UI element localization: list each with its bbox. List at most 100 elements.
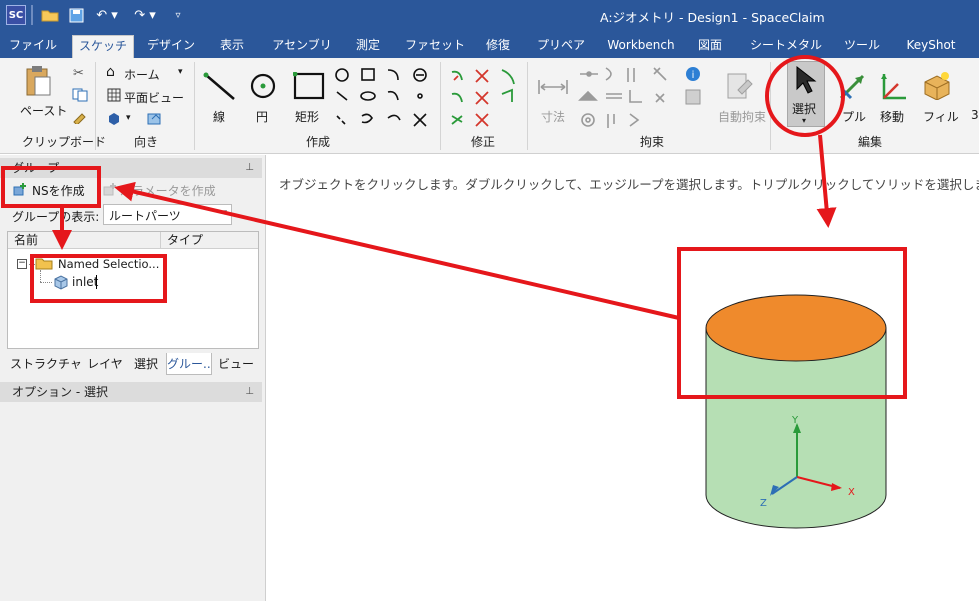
constraint-tools-grid-icon[interactable]: i [578, 64, 708, 133]
window-title: A:ジオメトリ - Design1 - SpaceClaim [600, 10, 825, 25]
design-workspace[interactable]: オブジェクトをクリックします。ダブルクリックして、エッジループを選択します。トリ… [267, 155, 979, 601]
dimension-tool-icon[interactable] [537, 78, 569, 99]
tab-views[interactable]: ビュー [216, 353, 256, 375]
move-tool-label[interactable]: 移動 [880, 108, 904, 125]
tab-tools[interactable]: ツール [838, 35, 886, 58]
title-bar: SC ↶ ▾ ↷ ▾ ▿ A:ジオメトリ - Design1 - SpaceCl… [0, 0, 979, 30]
create-ns-icon[interactable] [12, 181, 28, 200]
named-selection-folder-label[interactable]: Named Selectio... [58, 257, 159, 271]
text-cursor [96, 275, 97, 289]
group-separator [95, 62, 96, 150]
sketch-shapes-grid-icon[interactable] [332, 66, 436, 135]
tab-design[interactable]: デザイン [143, 35, 199, 58]
open-folder-icon[interactable] [40, 5, 60, 25]
options-panel-title: オプション - 選択 [12, 385, 108, 399]
tab-measure[interactable]: 測定 [348, 35, 388, 58]
fill-tool-label[interactable]: フィル [923, 108, 959, 125]
tab-drawing[interactable]: 図面 [690, 35, 730, 58]
tab-structure[interactable]: ストラクチャ... [10, 353, 82, 375]
rectangle-tool-label[interactable]: 矩形 [295, 108, 319, 125]
view-cube-icon[interactable] [107, 112, 121, 129]
app-logo-icon[interactable]: SC [6, 5, 26, 25]
orient-group-label: 向き [134, 135, 159, 149]
edit-group-label: 編集 [858, 135, 883, 149]
select-tool-label[interactable]: 選択 [792, 100, 816, 117]
copy-icon[interactable] [72, 88, 88, 105]
tab-display[interactable]: 表示 [212, 35, 252, 58]
home-icon[interactable]: ⌂ [106, 64, 115, 80]
modify-tools-grid-icon[interactable] [448, 66, 524, 135]
tab-keyshot[interactable]: KeyShot [900, 35, 962, 58]
create-group-label: 作成 [306, 135, 331, 149]
paste-icon[interactable] [24, 65, 52, 100]
folder-icon [35, 257, 53, 273]
auto-constrain-label[interactable]: 自動拘束 [718, 108, 766, 125]
app-window: SC ↶ ▾ ↷ ▾ ▿ A:ジオメトリ - Design1 - SpaceCl… [0, 0, 979, 601]
fill-tool-icon[interactable] [921, 70, 953, 103]
tab-assembly[interactable]: アセンブリ [270, 35, 334, 58]
ribbon-tabs: ファイル スケッチ デザイン 表示 アセンブリ 測定 ファセット 修復 プリペア… [0, 30, 979, 58]
clipboard-group-label: クリップボード [22, 135, 107, 149]
create-parameter-icon[interactable] [102, 181, 118, 200]
tree-expander[interactable]: − [17, 259, 27, 269]
tab-sheet-metal[interactable]: シートメタル [746, 35, 826, 58]
create-parameter-button[interactable]: パラメータを作成 [120, 182, 216, 199]
plan-view-icon[interactable] [107, 88, 121, 105]
tab-repair[interactable]: 修復 [478, 35, 518, 58]
inlet-selection-label[interactable]: inlet [72, 275, 98, 289]
chevron-down-icon[interactable]: ▾ [222, 208, 227, 218]
tree-connector [40, 270, 41, 282]
expander-glyph: − [18, 258, 26, 268]
select-dropdown-icon[interactable]: ▾ [802, 116, 806, 125]
group-display-label: グループの表示: [12, 210, 100, 224]
tab-facet[interactable]: ファセット [405, 35, 465, 58]
pull-tool-label[interactable]: プル [842, 108, 866, 125]
groups-panel-title: グループ [12, 161, 60, 175]
tab-layers[interactable]: レイヤ [86, 353, 124, 375]
options-panel-header: オプション - 選択 ⊥ [0, 382, 262, 402]
home-view-button[interactable]: ホーム [124, 66, 160, 83]
tab-workbench[interactable]: Workbench [604, 35, 678, 58]
tab-selection[interactable]: 選択 [128, 353, 164, 375]
modify-group-label: 修正 [471, 135, 496, 149]
tab-sketch[interactable]: スケッチ [72, 35, 134, 58]
save-icon[interactable] [66, 5, 86, 25]
format-painter-icon[interactable] [72, 110, 88, 127]
customize-toolbar-icon[interactable]: ▿ [170, 5, 186, 25]
redo-icon[interactable]: ↷ ▾ [130, 5, 160, 25]
group-separator [527, 62, 528, 150]
plan-view-button[interactable]: 平面ビュー [124, 89, 184, 106]
tab-prepare[interactable]: プリペア [533, 35, 589, 58]
groups-tree: 名前 タイプ − Named Selectio... inlet [7, 231, 259, 349]
dimension-tool-label[interactable]: 寸法 [541, 108, 565, 125]
group-separator [194, 62, 195, 150]
pin-icon[interactable]: ⊥ [245, 382, 254, 402]
home-dropdown-icon[interactable]: ▾ [178, 67, 183, 77]
cut-icon[interactable]: ✂ [73, 66, 84, 81]
ribbon-overflow-label[interactable]: 3 [971, 108, 979, 122]
line-tool-label[interactable]: 線 [213, 108, 225, 125]
create-ns-button[interactable]: NSを作成 [32, 182, 85, 199]
circle-tool-label[interactable]: 円 [256, 108, 268, 125]
group-separator [770, 62, 771, 150]
rectangle-tool-icon[interactable] [292, 71, 325, 103]
snap-view-icon[interactable] [146, 111, 164, 130]
view-dropdown-icon[interactable]: ▾ [126, 113, 131, 123]
column-header-name[interactable]: 名前 [8, 232, 161, 249]
paste-button-label[interactable]: ペースト [20, 102, 67, 119]
circle-tool-icon[interactable] [249, 72, 277, 103]
tab-file[interactable]: ファイル [8, 35, 58, 58]
status-hint: オブジェクトをクリックします。ダブルクリックして、エッジループを選択します。トリ… [279, 177, 979, 192]
tab-groups[interactable]: グルー... [166, 353, 212, 375]
constraints-group-label: 拘束 [640, 135, 665, 149]
group-display-select[interactable]: ルートパーツ ▾ [103, 204, 232, 225]
select-arrow-icon[interactable] [794, 65, 818, 100]
group-separator [440, 62, 441, 150]
pin-icon[interactable]: ⊥ [245, 158, 254, 178]
pull-tool-icon[interactable] [837, 72, 867, 105]
undo-icon[interactable]: ↶ ▾ [92, 5, 122, 25]
auto-constrain-icon[interactable] [724, 70, 754, 107]
column-header-type[interactable]: タイプ [161, 232, 258, 249]
line-tool-icon[interactable] [203, 72, 237, 105]
move-tool-icon[interactable] [878, 70, 908, 105]
